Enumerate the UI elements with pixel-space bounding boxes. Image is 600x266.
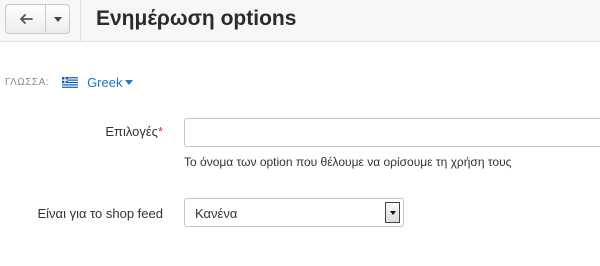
back-button-group [5, 4, 70, 34]
shop-feed-select[interactable]: Κανένα [184, 198, 404, 227]
shop-feed-label: Είναι για το shop feed [37, 206, 164, 221]
language-caret-icon[interactable] [125, 80, 134, 85]
header-divider [80, 0, 81, 42]
page-title: Ενημέρωση options [96, 7, 297, 30]
page-header: Ενημέρωση options [0, 0, 600, 42]
language-selector: ΓΛΩΣΣΑ: Greek [5, 73, 134, 91]
greece-flag-icon [62, 76, 79, 88]
shop-feed-selected-value: Κανένα [195, 206, 238, 221]
chevron-down-icon [389, 210, 396, 215]
select-dropdown-button[interactable] [385, 202, 400, 223]
options-help-text: Το όνομα των option που θέλουμε να ορίσο… [184, 155, 512, 169]
required-marker: * [157, 124, 163, 139]
caret-down-icon [53, 16, 62, 22]
options-input[interactable] [184, 118, 600, 147]
back-menu-button[interactable] [46, 5, 69, 33]
arrow-back-icon [19, 14, 33, 24]
options-label: Επιλογές* [105, 124, 163, 139]
options-label-text: Επιλογές [105, 124, 158, 139]
language-dropdown[interactable]: Greek [87, 75, 122, 90]
language-label: ΓΛΩΣΣΑ: [5, 76, 50, 88]
back-button[interactable] [6, 5, 46, 33]
